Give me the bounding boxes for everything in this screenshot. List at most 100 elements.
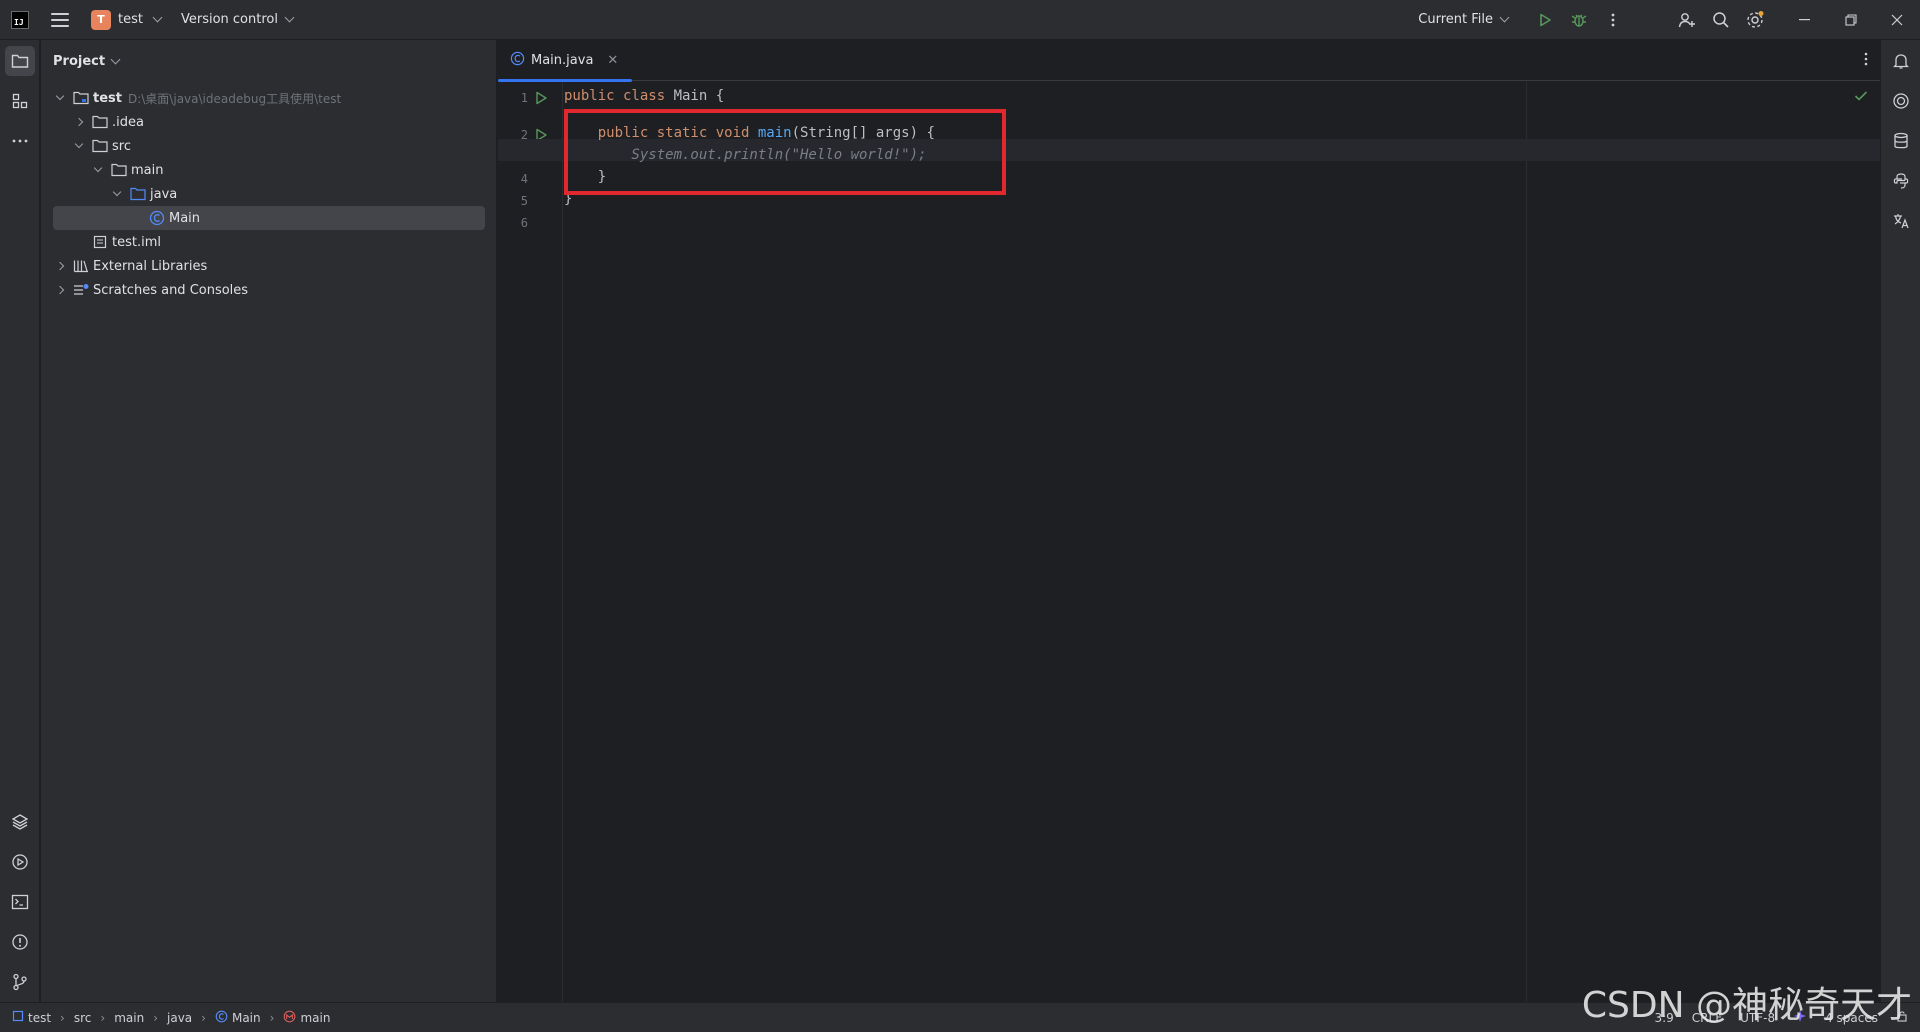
line-number: 4 [520,172,528,186]
project-badge: T [91,9,111,30]
tree-item-iml[interactable]: test.iml [53,230,485,254]
line-number: 1 [520,91,528,105]
project-panel-title[interactable]: Project [41,40,496,82]
collapsed-arrow-icon[interactable] [53,259,67,273]
hamburger-menu-icon[interactable] [51,12,69,27]
run-icon[interactable] [1528,3,1562,37]
module-icon [12,1010,24,1025]
restore-icon[interactable] [1828,0,1874,40]
breadcrumb-label: Main [231,1010,261,1025]
problems-icon[interactable] [5,927,35,957]
tree-item-label: src [112,138,131,154]
more-vertical-icon[interactable] [1596,3,1630,37]
project-panel-label: Project [53,53,106,69]
code-area[interactable]: public class Main { public static void m… [498,82,1880,1002]
add-user-icon[interactable] [1670,3,1704,37]
line-number: 6 [520,216,528,230]
no-problems-check-icon[interactable] [1854,90,1868,106]
ai-assistant-icon[interactable] [1886,86,1916,116]
chevron-down-icon [1499,12,1510,23]
tab-main-java[interactable]: Main.java ✕ [498,40,633,82]
tab-label: Main.java [531,52,594,68]
close-icon[interactable] [1874,0,1920,40]
app-logo-icon[interactable]: IJ [11,10,29,29]
breadcrumb-src[interactable]: src [74,1011,92,1025]
tree-item-label: test.iml [112,234,161,250]
tree-item-java[interactable]: java [53,182,485,206]
terminal-icon[interactable] [5,887,35,917]
source-folder-icon [130,186,146,202]
scratches-icon [73,282,89,298]
breadcrumb-label: main [114,1010,145,1025]
folder-icon [92,114,108,130]
library-icon [73,258,89,274]
project-folder-icon[interactable] [5,46,35,76]
breadcrumb-java[interactable]: java [167,1011,192,1025]
right-tool-strip [1880,40,1920,1002]
code-keyword: public class [564,88,674,104]
chevron-down-icon [284,12,295,23]
version-control-label: Version control [180,12,278,27]
project-switcher[interactable]: T test [91,9,163,30]
run-config-label: Current File [1418,12,1493,27]
tree-item-label: test [93,90,122,106]
left-tool-strip [0,40,40,1002]
breadcrumb-test[interactable]: test [12,1010,51,1025]
database-icon[interactable] [1886,126,1916,156]
tree-item-test[interactable]: test D:\桌面\java\ideadebug工具使用\test [53,86,485,110]
python-console-icon[interactable] [1886,166,1916,196]
git-icon[interactable] [5,967,35,997]
folder-icon [111,162,127,178]
run-config-selector[interactable]: Current File [1418,12,1510,27]
structure-icon[interactable] [5,86,35,116]
settings-icon[interactable] [1738,3,1772,37]
breadcrumb-separator-icon: › [201,1010,206,1025]
editor-gutter: 1 2 3 4 5 6 [498,82,562,1002]
tree-item-scratches[interactable]: Scratches and Consoles [53,278,485,302]
line-number: 5 [520,194,528,208]
breadcrumb-label: main [300,1010,331,1025]
breadcrumb-main[interactable]: main [114,1011,144,1025]
gutter-separator [562,82,563,1002]
chevron-down-icon [110,54,121,64]
project-name: test [118,12,143,27]
breadcrumb-separator-icon: › [100,1010,106,1025]
more-horizontal-icon[interactable] [5,126,35,156]
breadcrumb-label: java [167,1010,193,1025]
debug-icon[interactable] [1562,3,1596,37]
tree-item-label: main [131,162,164,178]
run-gutter-icon[interactable] [534,91,550,107]
expanded-arrow-icon[interactable] [53,91,67,105]
expanded-arrow-icon[interactable] [72,139,86,153]
code-text: Main { [673,88,725,104]
collapsed-arrow-icon[interactable] [72,115,86,129]
tree-item-main-class[interactable]: Main [53,206,485,230]
tab-close-icon[interactable]: ✕ [607,53,618,68]
tree-item-idea[interactable]: .idea [53,110,485,134]
tree-item-label: External Libraries [93,258,208,274]
chevron-down-icon [152,12,163,23]
run-services-icon[interactable] [5,847,35,877]
expanded-arrow-icon[interactable] [110,187,124,201]
watermark: CSDN @神秘奇天才 [1581,985,1912,1026]
expanded-arrow-icon[interactable] [91,163,105,177]
more-vertical-icon[interactable] [1864,52,1868,70]
minimize-icon[interactable] [1782,0,1828,40]
breadcrumb-label: src [73,1010,92,1025]
version-control-menu[interactable]: Version control [180,12,295,27]
tree-item-main[interactable]: main [53,158,485,182]
layers-icon[interactable] [5,807,35,837]
notifications-icon[interactable] [1886,46,1916,76]
breadcrumb-separator-icon: › [153,1010,158,1025]
title-bar: IJ T test Version control Current File [0,0,1920,40]
editor-area: Main.java ✕ 1 2 3 4 5 6 public class Mai… [498,40,1880,1002]
breadcrumb-separator-icon: › [60,1010,65,1025]
tree-item-src[interactable]: src [53,134,485,158]
search-icon[interactable] [1704,3,1738,37]
tree-item-external-libraries[interactable]: External Libraries [53,254,485,278]
breadcrumb-label: test [28,1010,52,1025]
translate-icon[interactable] [1886,206,1916,236]
collapsed-arrow-icon[interactable] [53,283,67,297]
breadcrumb-main-class[interactable]: Main [215,1010,261,1026]
breadcrumb-main-method[interactable]: main [283,1010,330,1026]
